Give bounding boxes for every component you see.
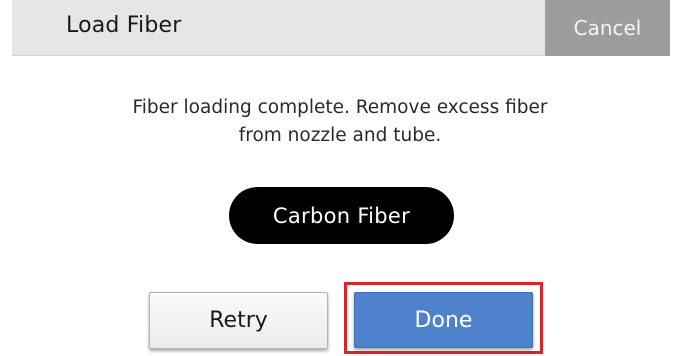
status-message: Fiber loading complete. Remove excess fi… xyxy=(60,94,620,150)
left-margin xyxy=(0,0,12,356)
status-message-line-2: from nozzle and tube. xyxy=(238,125,442,146)
done-button[interactable]: Done xyxy=(354,292,533,348)
cancel-button[interactable]: Cancel xyxy=(545,0,670,56)
retry-button[interactable]: Retry xyxy=(149,292,328,349)
status-message-line-1: Fiber loading complete. Remove excess fi… xyxy=(132,97,548,118)
dialog-header: Load Fiber xyxy=(12,0,545,56)
load-fiber-dialog: Load Fiber Cancel Fiber loading complete… xyxy=(0,0,673,356)
material-badge: Carbon Fiber xyxy=(229,187,454,244)
dialog-title: Load Fiber xyxy=(66,13,182,38)
